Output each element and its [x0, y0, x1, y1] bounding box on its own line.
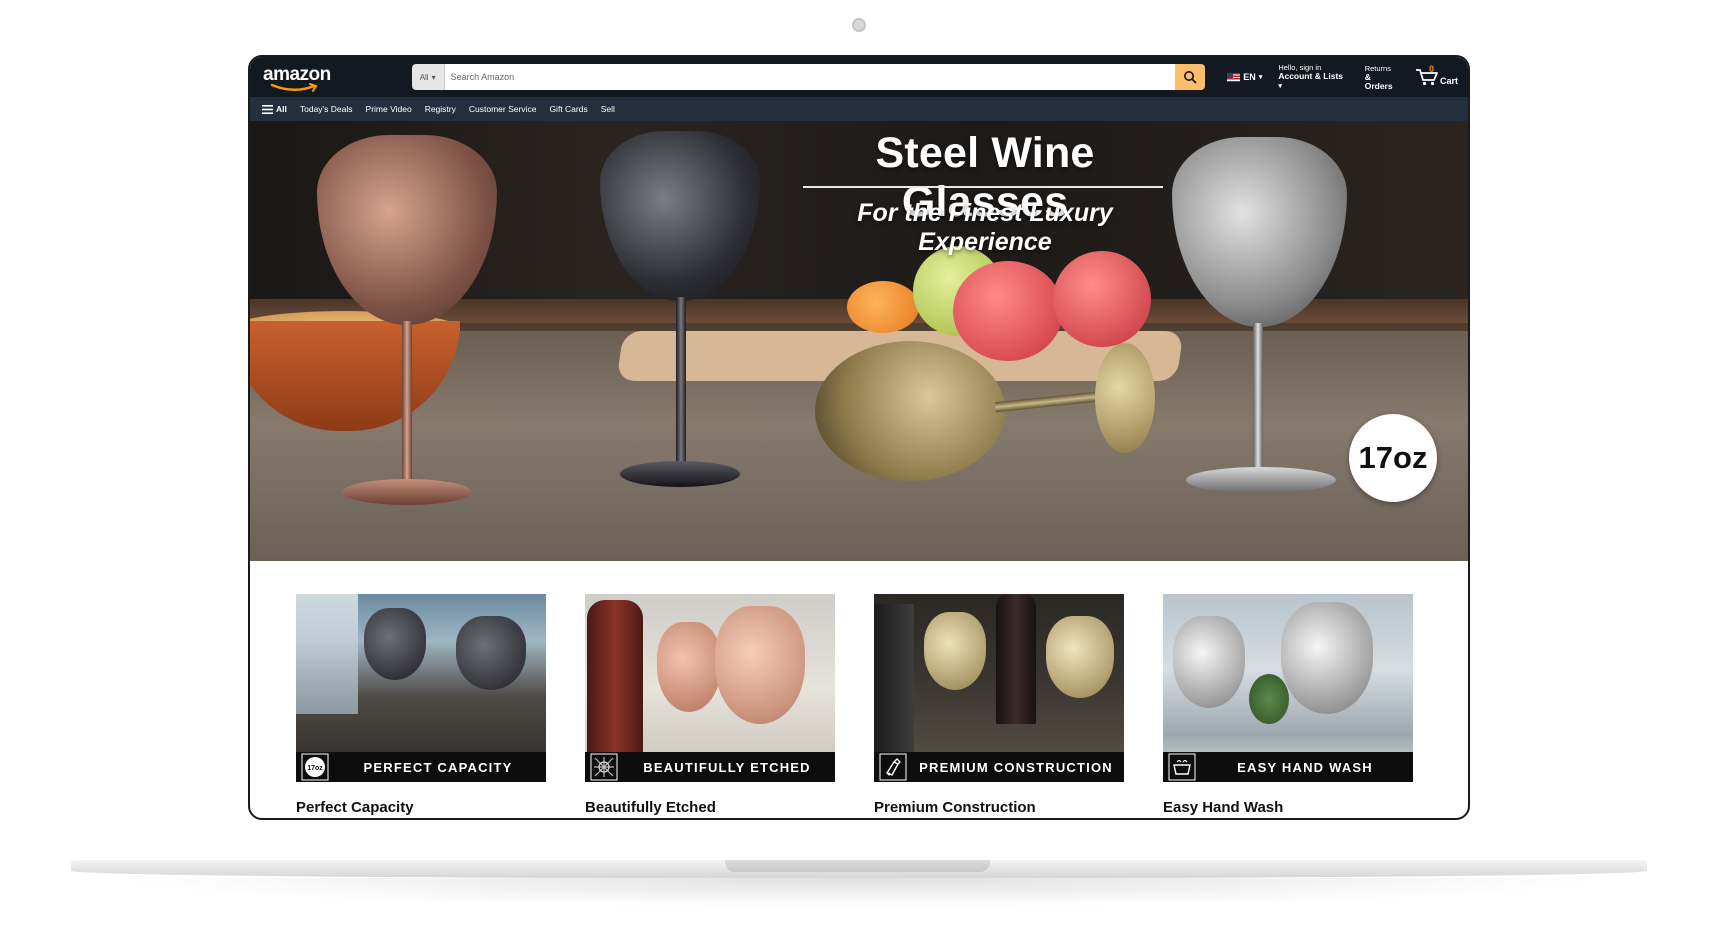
- etched-pattern-icon: [589, 752, 619, 782]
- copper-wine-glass-image: [657, 622, 721, 712]
- perfect-capacity-image: 17oz PERFECT CAPACITY: [296, 594, 546, 782]
- subnav-item-todays-deals[interactable]: Today's Deals: [300, 104, 353, 114]
- cart-button[interactable]: 0 Cart: [1415, 64, 1458, 86]
- subnav-item-prime-video[interactable]: Prime Video: [366, 104, 412, 114]
- logo-smile-icon: [270, 83, 318, 92]
- easy-hand-wash-banner-text: EASY HAND WASH: [1237, 759, 1373, 775]
- chevron-down-icon: ▾: [1258, 74, 1263, 81]
- wine-bottle-image: [996, 594, 1036, 724]
- silver-glass-base: [1186, 467, 1336, 493]
- all-menu-button[interactable]: All: [262, 104, 287, 114]
- subnav-item-sell[interactable]: Sell: [601, 104, 615, 114]
- perfect-capacity-banner-text: PERFECT CAPACITY: [363, 759, 513, 775]
- search-icon: [1184, 71, 1197, 84]
- premium-construction-banner: PREMIUM CONSTRUCTION: [874, 752, 1124, 782]
- construction-icon: [878, 752, 908, 782]
- gift-box-image: [874, 604, 914, 754]
- gold-wine-glass-image: [815, 341, 1005, 481]
- copper-wine-glass-image: [715, 606, 805, 724]
- silver-glass-stem: [1253, 323, 1263, 483]
- orders-label: & Orders: [1364, 71, 1393, 91]
- silver-wine-glass-image: [1173, 616, 1245, 708]
- perfect-capacity-banner: 17oz PERFECT CAPACITY: [296, 752, 546, 782]
- beautifully-etched-banner: BEAUTIFULLY ETCHED: [585, 752, 835, 782]
- premium-construction-title[interactable]: Premium Construction: [874, 799, 1124, 816]
- feature-card-perfect-capacity[interactable]: 17oz PERFECT CAPACITY Perfect Capacity: [296, 594, 546, 816]
- returns-orders[interactable]: Returns & Orders: [1365, 64, 1401, 91]
- black-glass-base: [620, 461, 740, 487]
- easy-hand-wash-banner: EASY HAND WASH: [1163, 752, 1413, 782]
- subnav-item-customer-service[interactable]: Customer Service: [469, 104, 537, 114]
- red-apple-image: [953, 261, 1063, 361]
- subnav-item-gift-cards[interactable]: Gift Cards: [549, 104, 587, 114]
- orange-image: [847, 281, 919, 333]
- beautifully-etched-image: BEAUTIFULLY ETCHED: [585, 594, 835, 782]
- capacity-icon: 17oz: [300, 752, 330, 782]
- language-selector[interactable]: EN ▾: [1227, 72, 1262, 82]
- wine-bottle-image: [587, 600, 643, 770]
- feature-card-easy-hand-wash[interactable]: EASY HAND WASH Easy Hand Wash: [1163, 594, 1413, 816]
- subnav-item-registry[interactable]: Registry: [425, 104, 456, 114]
- beautifully-etched-banner-text: BEAUTIFULLY ETCHED: [643, 759, 811, 775]
- red-apple-image: [1053, 251, 1151, 347]
- sub-nav: All Today's Deals Prime Video Registry C…: [250, 97, 1468, 121]
- premium-construction-banner-text: PREMIUM CONSTRUCTION: [919, 759, 1113, 775]
- cart-label: Cart: [1439, 76, 1458, 86]
- premium-construction-image: PREMIUM CONSTRUCTION: [874, 594, 1124, 782]
- hamburger-menu-icon: [262, 104, 273, 114]
- feature-card-beautifully-etched[interactable]: BEAUTIFULLY ETCHED Beautifully Etched: [585, 594, 835, 816]
- gold-wine-glass-image: [1046, 616, 1114, 698]
- feature-card-premium-construction[interactable]: PREMIUM CONSTRUCTION Premium Constructio…: [874, 594, 1124, 816]
- cart-count: 0: [1428, 64, 1434, 74]
- top-nav: amazon All ▾ EN ▾ H: [250, 57, 1468, 97]
- black-wine-glass-image: [364, 608, 426, 680]
- chevron-down-icon: ▾: [431, 72, 436, 82]
- copper-glass-stem: [402, 321, 412, 491]
- hand-wash-icon: [1167, 752, 1197, 782]
- gold-glass-base: [1095, 343, 1155, 453]
- perfect-capacity-title[interactable]: Perfect Capacity: [296, 799, 546, 816]
- amazon-logo[interactable]: amazon: [260, 59, 380, 95]
- copper-glass-base: [342, 479, 472, 505]
- hero-banner[interactable]: Steel Wine Glasses For the Finest Luxury…: [250, 121, 1468, 561]
- laptop-camera: [852, 18, 866, 32]
- feature-cards: 17oz PERFECT CAPACITY Perfect Capacity B…: [250, 561, 1468, 816]
- easy-hand-wash-title[interactable]: Easy Hand Wash: [1163, 799, 1413, 816]
- search-input[interactable]: [444, 64, 1176, 90]
- black-wine-glass-image: [456, 616, 526, 690]
- language-label: EN: [1243, 72, 1256, 82]
- account-lists[interactable]: Hello, sign in Account & Lists ▾: [1278, 63, 1348, 91]
- search-bar: All ▾: [411, 64, 1206, 90]
- cart-icon: [1415, 69, 1438, 86]
- hero-subtitle: For the Finest Luxury Experience: [857, 199, 1113, 256]
- chevron-down-icon: ▾: [1278, 83, 1282, 90]
- laptop-shadow: [110, 878, 1610, 908]
- laptop-base-notch: [725, 860, 990, 872]
- account-lists-label: Account & Lists ▾: [1278, 71, 1344, 91]
- capacity-badge: 17oz: [1349, 414, 1437, 502]
- hero-divider: [803, 186, 1163, 188]
- capacity-icon-label: 17oz: [307, 765, 323, 772]
- ice-bucket-image: [296, 594, 358, 714]
- black-glass-stem: [676, 297, 686, 477]
- easy-hand-wash-image: EASY HAND WASH: [1163, 594, 1413, 782]
- all-menu-label: All: [276, 104, 287, 114]
- search-category-dropdown[interactable]: All ▾: [411, 64, 445, 90]
- gold-wine-glass-image: [924, 612, 986, 690]
- browser-screen: amazon All ▾ EN ▾ H: [248, 55, 1470, 820]
- beautifully-etched-title[interactable]: Beautifully Etched: [585, 799, 835, 816]
- search-category-label: All: [419, 72, 429, 82]
- silver-wine-glass-image: [1281, 602, 1373, 714]
- search-button[interactable]: [1175, 64, 1206, 90]
- plant-image: [1249, 674, 1289, 724]
- us-flag-icon: [1227, 72, 1241, 82]
